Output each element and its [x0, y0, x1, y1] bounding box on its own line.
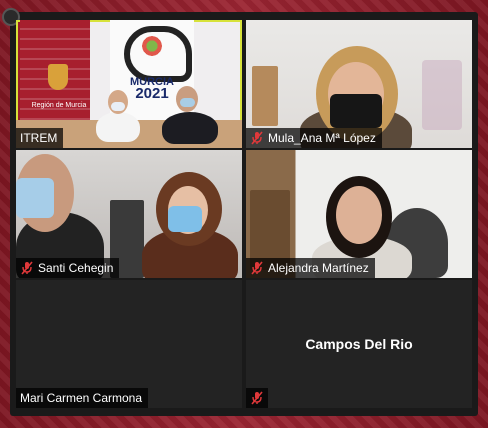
video-tile-santi[interactable]: Santi Cehegin — [16, 150, 242, 278]
face-mask — [330, 94, 382, 128]
participant-center-name: Campos Del Rio — [305, 336, 413, 352]
video-tile-mula-ana[interactable]: Mula_Ana Mª López — [246, 20, 472, 148]
coat-of-arms-icon — [48, 64, 68, 90]
mic-muted-icon — [251, 391, 263, 405]
video-call-window: Región de Murcia MURCIA 2021 ITREM Mula_… — [2, 8, 478, 416]
participant-name-tag: Mari Carmen Carmona — [16, 388, 149, 408]
logo-dot-icon — [142, 36, 162, 56]
participant-name-tag: ITREM — [16, 128, 64, 148]
person — [96, 112, 140, 142]
banner-region-text: Región de Murcia — [31, 102, 87, 109]
shelf — [252, 66, 278, 126]
wall-decor — [422, 60, 462, 130]
mic-muted-icon — [251, 131, 263, 145]
face-mask — [180, 98, 195, 107]
participant-name-tag: Alejandra Martínez — [246, 258, 375, 278]
face-mask — [111, 102, 125, 111]
video-tile-mari-carmen[interactable]: Mari Carmen Carmona — [16, 280, 242, 408]
mic-muted-icon — [21, 261, 33, 275]
banner-region: Región de Murcia — [20, 20, 90, 130]
video-tile-itrem[interactable]: Región de Murcia MURCIA 2021 ITREM — [16, 20, 242, 148]
face-mask — [16, 178, 54, 218]
participant-name-tag: Santi Cehegin — [16, 258, 120, 278]
video-tile-campos-del-rio[interactable]: Campos Del Rio — [246, 280, 472, 408]
video-tile-alejandra[interactable]: Alejandra Martínez — [246, 150, 472, 278]
person-head — [336, 186, 382, 244]
participant-name-tag: Mula_Ana Mª López — [246, 128, 382, 148]
mic-muted-icon — [251, 261, 263, 275]
participant-name-tag — [246, 388, 268, 408]
person — [162, 112, 218, 144]
face-mask — [168, 206, 202, 232]
